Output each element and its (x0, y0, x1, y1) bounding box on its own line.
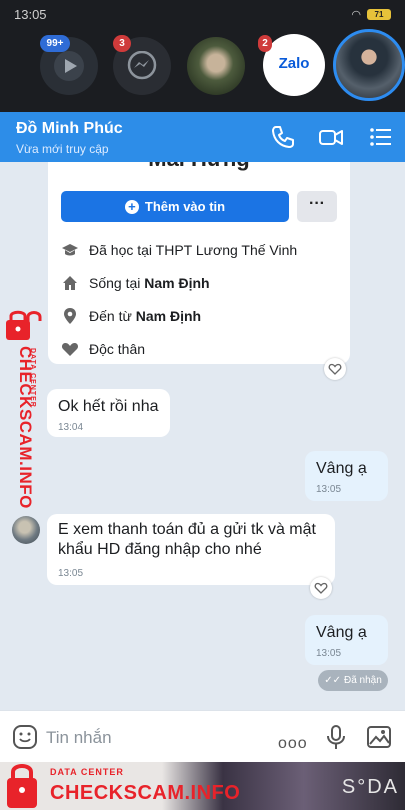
location-pin-icon (64, 308, 76, 324)
education-text: Đã học tại THPT Lương Thế Vinh (89, 242, 298, 258)
watermark-subtitle: DATA CENTER (29, 348, 36, 408)
like-reaction-button[interactable] (324, 358, 346, 380)
banner-corner-text: S°DA (341, 776, 399, 798)
contact-name[interactable]: Đồ Minh Phúc (16, 120, 123, 138)
unread-badge: 3 (113, 35, 131, 52)
more-options-icon[interactable]: ooo (278, 735, 308, 753)
play-icon (54, 51, 84, 81)
chat-heads-overlay: 13:05 ◠ 71 Zalo 99+ 3 2 (0, 0, 405, 112)
lock-icon (6, 310, 42, 340)
profile-education: Đã học tại THPT Lương Thế Vinh (61, 240, 297, 260)
chat-header: Đồ Minh Phúc Vừa mới truy cập (0, 112, 405, 162)
message-outgoing[interactable]: Vâng ạ 13:05 (305, 451, 388, 501)
status-icons: ◠ 71 (351, 8, 391, 21)
microphone-icon[interactable] (326, 724, 346, 750)
conversation[interactable]: Mai Hưng + Thêm vào tin ··· Đã học tại T… (0, 162, 405, 710)
more-options-button[interactable]: ··· (297, 191, 337, 222)
contact-status: Vừa mới truy cập (16, 142, 109, 156)
message-text: Vâng ạ (316, 460, 367, 477)
message-time: 13:05 (58, 568, 84, 579)
from-place: Nam Định (135, 308, 202, 324)
unread-badge: 2 (258, 35, 272, 52)
avatar[interactable] (12, 516, 40, 544)
image-icon[interactable] (366, 724, 392, 750)
delivered-label: Đã nhận (343, 675, 382, 686)
add-to-story-label: Thêm vào tin (144, 199, 226, 214)
wifi-icon: ◠ (351, 9, 361, 21)
battery-icon: 71 (367, 9, 391, 20)
profile-name: Mai Hưng (48, 162, 350, 172)
watermark-banner: DATA CENTER CHECKSCAM.INFO S°DA (0, 762, 405, 810)
lock-icon (7, 764, 37, 808)
add-to-story-button[interactable]: + Thêm vào tin (61, 191, 289, 222)
message-composer: ooo (0, 710, 405, 762)
plus-icon: + (124, 199, 139, 214)
message-time: 13:05 (316, 648, 342, 659)
unread-badge: 99+ (40, 35, 70, 52)
menu-icon[interactable] (368, 124, 394, 150)
sticker-icon[interactable] (12, 724, 38, 750)
lives-in-prefix: Sống tại (89, 275, 145, 291)
from-prefix: Đến từ (89, 308, 136, 324)
heart-icon (61, 343, 79, 356)
messenger-icon (127, 51, 157, 80)
status-bar: 13:05 ◠ 71 (0, 0, 405, 30)
message-incoming[interactable]: Ok hết rồi nha 13:04 (47, 389, 170, 437)
home-icon (63, 276, 77, 290)
profile-lives-in: Sống tại Nam Định (61, 273, 210, 293)
banner-brand: CHECKSCAM.INFO (50, 782, 241, 804)
video-call-icon[interactable] (318, 124, 344, 150)
watermark: CHECKSCAM.INFO DATA CENTER (0, 308, 44, 509)
delivered-status: ✓✓ Đã nhận (318, 670, 388, 691)
like-reaction-button[interactable] (310, 577, 332, 599)
banner-subtitle: DATA CENTER (50, 767, 124, 777)
message-incoming[interactable]: E xem thanh toán đủ a gửi tk và mật khẩu… (47, 514, 335, 585)
heart-outline-icon (328, 363, 342, 375)
heart-outline-icon (314, 582, 328, 594)
chat-head-contact-photo[interactable] (187, 37, 245, 95)
double-check-icon: ✓✓ (324, 675, 341, 686)
message-time: 13:04 (58, 422, 84, 433)
message-time: 13:05 (316, 484, 342, 495)
relationship-text: Độc thân (89, 341, 146, 357)
message-outgoing[interactable]: Vâng ạ 13:05 (305, 615, 388, 665)
message-input[interactable] (46, 725, 266, 751)
shared-profile-card[interactable]: Mai Hưng + Thêm vào tin ··· Đã học tại T… (48, 162, 350, 364)
message-text: Ok hết rồi nha (58, 398, 159, 415)
message-text: E xem thanh toán đủ a gửi tk và mật khẩu… (58, 521, 316, 558)
profile-relationship: Độc thân (61, 339, 145, 359)
chat-head-zalo[interactable]: Zalo (263, 34, 325, 96)
lives-in-place: Nam Định (144, 275, 210, 291)
chat-head-active-contact[interactable] (333, 29, 405, 101)
profile-from: Đến từ Nam Định (61, 306, 201, 326)
zalo-label: Zalo (278, 55, 310, 72)
phone-call-icon[interactable] (270, 124, 296, 150)
message-text: Vâng ạ (316, 624, 367, 641)
graduation-cap-icon (62, 244, 78, 256)
status-time: 13:05 (14, 7, 47, 22)
